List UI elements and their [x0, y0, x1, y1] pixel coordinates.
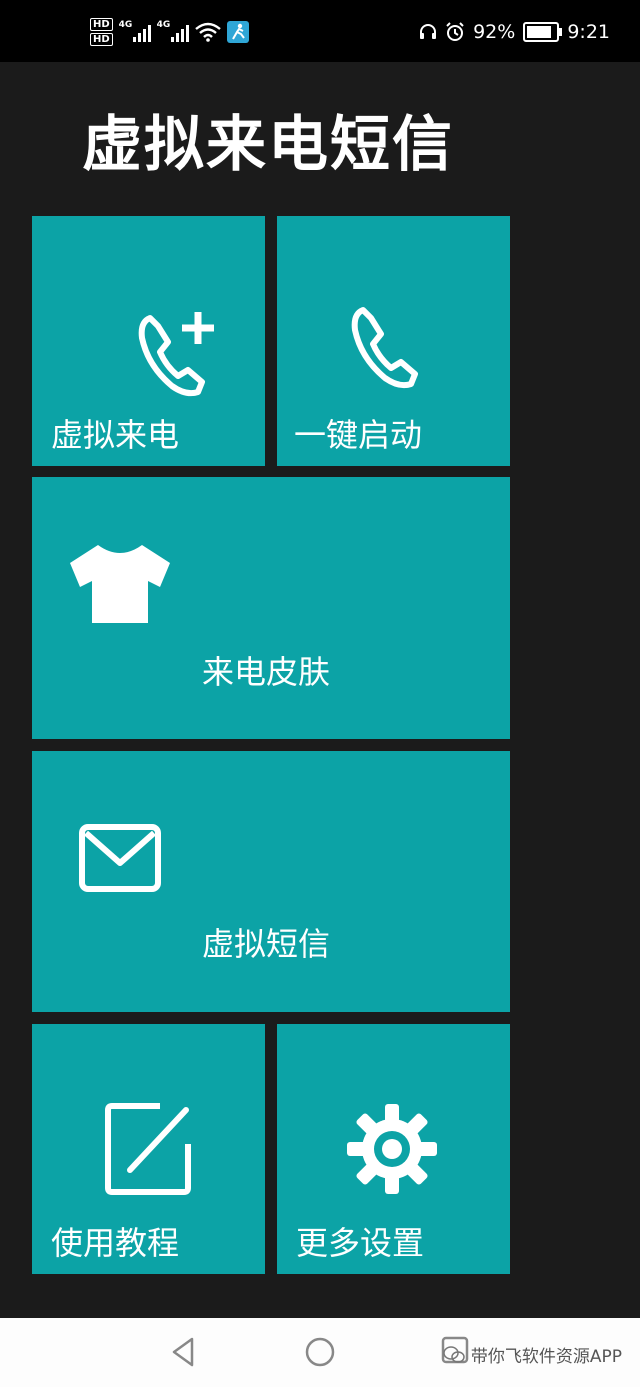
navigation-bar: 带你飞软件资源APP: [0, 1318, 640, 1387]
phone-plus-icon: [138, 312, 214, 397]
more-settings-tile[interactable]: 更多设置: [277, 1024, 510, 1274]
signal-strength-icon: 4G: [118, 20, 151, 42]
wechat-icon: [443, 1345, 465, 1363]
hd-badge-1: HD: [90, 18, 113, 31]
alarm-icon: [446, 22, 464, 41]
app-notification-icon: [226, 21, 249, 43]
edit-icon: [105, 1103, 191, 1195]
one-key-start-tile[interactable]: 一键启动: [277, 216, 510, 466]
status-bar: HD HD 4G 4G 92% 9:21: [0, 0, 640, 62]
app-title: 虚拟来电短信: [82, 110, 454, 180]
back-icon[interactable]: [170, 1336, 196, 1368]
envelope-icon: [79, 824, 161, 892]
tutorial-label: 使用教程: [51, 1224, 180, 1262]
signal-strength-icon-2: 4G: [156, 20, 189, 42]
virtual-call-tile[interactable]: 虚拟来电: [32, 216, 265, 466]
virtual-sms-tile[interactable]: 虚拟短信: [32, 751, 510, 1012]
battery-icon: [523, 22, 563, 42]
virtual-sms-label: 虚拟短信: [202, 925, 331, 963]
clock: 9:21: [567, 21, 610, 43]
tshirt-icon: [70, 545, 170, 623]
hd-indicators: HD HD: [90, 18, 113, 46]
battery-percent: 92%: [473, 21, 516, 43]
hd-badge-2: HD: [90, 33, 113, 46]
watermark-text: 带你飞软件资源APP: [470, 1347, 622, 1367]
headset-icon: [420, 24, 437, 39]
virtual-call-label: 虚拟来电: [51, 416, 180, 454]
wifi-icon: [194, 22, 221, 42]
one-key-start-label: 一键启动: [294, 416, 423, 454]
call-skin-tile[interactable]: 来电皮肤: [32, 477, 510, 739]
watermark: 带你飞软件资源APP: [443, 1342, 622, 1367]
call-skin-label: 来电皮肤: [202, 653, 331, 691]
phone-icon: [351, 307, 418, 389]
gear-icon: [347, 1104, 437, 1194]
network-type-label-2: 4G: [156, 20, 171, 30]
home-icon[interactable]: [304, 1336, 336, 1368]
tutorial-tile[interactable]: 使用教程: [32, 1024, 265, 1274]
network-type-label: 4G: [118, 20, 133, 30]
more-settings-label: 更多设置: [296, 1224, 425, 1262]
